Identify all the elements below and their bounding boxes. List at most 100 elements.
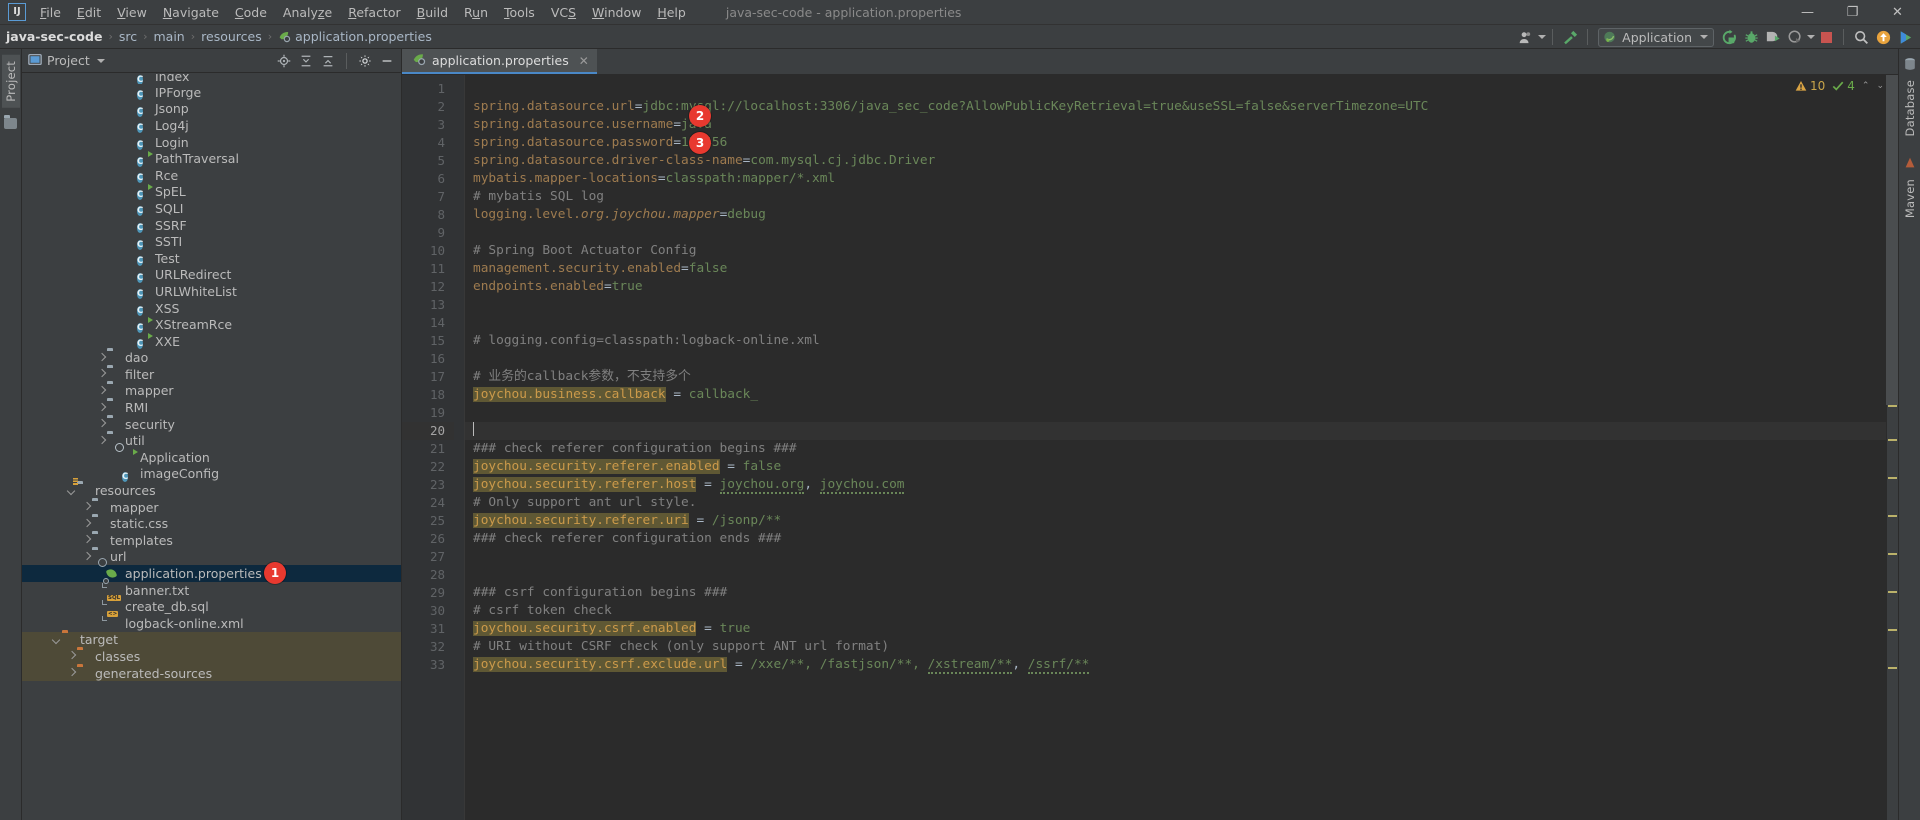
profiler-icon[interactable] [1784, 26, 1806, 48]
tree-item-index[interactable]: C Index [22, 74, 401, 84]
stripe-marker[interactable] [1888, 477, 1897, 479]
tree-item-resources[interactable]: resources [22, 482, 401, 499]
code-line[interactable]: joychou.security.referer.enabled = false [465, 458, 1886, 476]
tree-toggle-closed-icon[interactable] [97, 386, 107, 396]
code-line[interactable]: joychou.security.referer.host = joychou.… [465, 476, 1886, 494]
sidebar-item-maven[interactable]: Maven [1901, 173, 1919, 224]
code-line[interactable] [465, 350, 1886, 368]
code-line[interactable]: # Spring Boot Actuator Config [465, 242, 1886, 260]
settings-gear-icon[interactable] [355, 51, 375, 71]
line-number[interactable]: 20 [402, 422, 454, 440]
breadcrumb-item-resources[interactable]: resources [201, 29, 262, 44]
tree-item-rce[interactable]: C Rce [22, 167, 401, 184]
rerun-icon[interactable] [1718, 26, 1740, 48]
code-content[interactable]: spring.datasource.url=jdbc:mysql://local… [465, 75, 1886, 820]
code-line[interactable]: mybatis.mapper-locations=classpath:mappe… [465, 170, 1886, 188]
line-number[interactable]: 22 [402, 458, 454, 476]
maximize-button[interactable]: ❐ [1830, 0, 1875, 25]
tree-toggle-closed-icon[interactable] [82, 519, 92, 529]
ok-count[interactable]: 4 [1832, 79, 1855, 93]
line-number[interactable]: 19 [402, 404, 454, 422]
tree-toggle-closed-icon[interactable] [97, 369, 107, 379]
tree-toggle-closed-icon[interactable] [97, 419, 107, 429]
line-number[interactable]: 25 [402, 512, 454, 530]
line-number[interactable]: 31 [402, 620, 454, 638]
tree-item-sqli[interactable]: C SQLI [22, 200, 401, 217]
line-number[interactable]: 6 [402, 170, 454, 188]
editor-scrollbar-thumb[interactable] [1886, 75, 1898, 405]
line-number[interactable]: 13 [402, 296, 454, 314]
stripe-marker[interactable] [1888, 591, 1897, 593]
tree-item-classes[interactable]: classes [22, 648, 401, 665]
line-number[interactable]: 15 [402, 332, 454, 350]
line-number[interactable]: 9 [402, 224, 454, 242]
code-line[interactable] [465, 566, 1886, 584]
code-line[interactable] [465, 224, 1886, 242]
code-line[interactable] [465, 80, 1886, 98]
code-line[interactable] [465, 404, 1886, 422]
stripe-marker[interactable] [1888, 405, 1897, 407]
tree-item-create-db-sql[interactable]: SQL create_db.sql [22, 594, 401, 615]
tree-item-templates[interactable]: templates [22, 532, 401, 549]
tree-item-pathtraversal[interactable]: C PathTraversal [22, 150, 401, 167]
code-line[interactable]: logging.level.org.joychou.mapper=debug [465, 206, 1886, 224]
code-line[interactable]: ### csrf configuration begins ### [465, 584, 1886, 602]
line-number[interactable]: 27 [402, 548, 454, 566]
line-number[interactable]: 5 [402, 152, 454, 170]
line-number[interactable]: 32 [402, 638, 454, 656]
breadcrumb-item-main[interactable]: main [154, 29, 185, 44]
sidebar-item-project[interactable]: Project [1, 55, 20, 108]
hide-panel-icon[interactable] [377, 51, 397, 71]
breadcrumb-item-java-sec-code[interactable]: java-sec-code [6, 29, 102, 44]
tree-toggle-closed-icon[interactable] [82, 535, 92, 545]
code-line[interactable]: ### check referer configuration ends ### [465, 530, 1886, 548]
prev-problem-icon[interactable]: ⌃ [1862, 81, 1870, 91]
code-line[interactable]: # URI without CSRF check (only support A… [465, 638, 1886, 656]
tree-toggle-open-icon[interactable] [67, 486, 77, 496]
tree-item-logback-online-xml[interactable]: <> logback-online.xml [22, 611, 401, 632]
menu-item-analyze[interactable]: Analyze [275, 2, 340, 23]
code-line[interactable]: joychou.security.csrf.exclude.url = /xxe… [465, 656, 1886, 674]
tree-toggle-closed-icon[interactable] [97, 403, 107, 413]
database-panel-icon[interactable] [1903, 57, 1917, 74]
menu-item-tools[interactable]: Tools [496, 2, 543, 23]
maven-panel-icon[interactable] [1903, 156, 1917, 173]
tree-toggle-closed-icon[interactable] [82, 502, 92, 512]
tree-item-ssti[interactable]: C SSTI [22, 233, 401, 250]
code-line[interactable]: joychou.business.callback = callback_ [465, 386, 1886, 404]
tree-item-xss[interactable]: C XSS [22, 300, 401, 317]
line-number[interactable]: 23 [402, 476, 454, 494]
line-number[interactable]: 7 [402, 188, 454, 206]
line-number[interactable]: 28 [402, 566, 454, 584]
line-number[interactable]: 8 [402, 206, 454, 224]
collapse-all-icon[interactable] [318, 51, 338, 71]
tree-item-security[interactable]: security [22, 416, 401, 433]
line-number[interactable]: 21 [402, 440, 454, 458]
profiler-dropdown-icon[interactable] [1807, 35, 1815, 39]
tree-item-xxe[interactable]: C XXE [22, 333, 401, 350]
debug-icon[interactable] [1740, 26, 1762, 48]
menu-item-vcs[interactable]: VCS [543, 2, 584, 23]
sidebar-item-database[interactable]: Database [1901, 74, 1919, 142]
warning-count[interactable]: 10 [1795, 79, 1825, 93]
menu-item-window[interactable]: Window [584, 2, 649, 23]
search-everywhere-icon[interactable] [1850, 26, 1872, 48]
line-number[interactable]: 3 [402, 116, 454, 134]
user-account-dropdown-icon[interactable] [1538, 35, 1547, 39]
tree-item-dao[interactable]: dao [22, 350, 401, 367]
run-configuration-selector[interactable]: Application [1598, 27, 1714, 47]
breadcrumb-item-src[interactable]: src [119, 29, 137, 44]
tree-toggle-closed-icon[interactable] [67, 668, 77, 678]
project-view-dropdown-icon[interactable] [96, 58, 105, 63]
close-button[interactable]: ✕ [1875, 0, 1920, 25]
line-number[interactable]: 16 [402, 350, 454, 368]
update-project-icon[interactable] [1872, 26, 1894, 48]
line-number[interactable]: 4 [402, 134, 454, 152]
tree-item-application-properties[interactable]: application.properties 1 [22, 562, 401, 585]
menu-item-code[interactable]: Code [227, 2, 275, 23]
menu-item-build[interactable]: Build [409, 2, 456, 23]
tree-item-target[interactable]: target [22, 631, 401, 649]
tree-item-filter[interactable]: filter [22, 366, 401, 383]
tree-item-rmi[interactable]: RMI [22, 399, 401, 416]
menu-item-view[interactable]: View [109, 2, 155, 23]
